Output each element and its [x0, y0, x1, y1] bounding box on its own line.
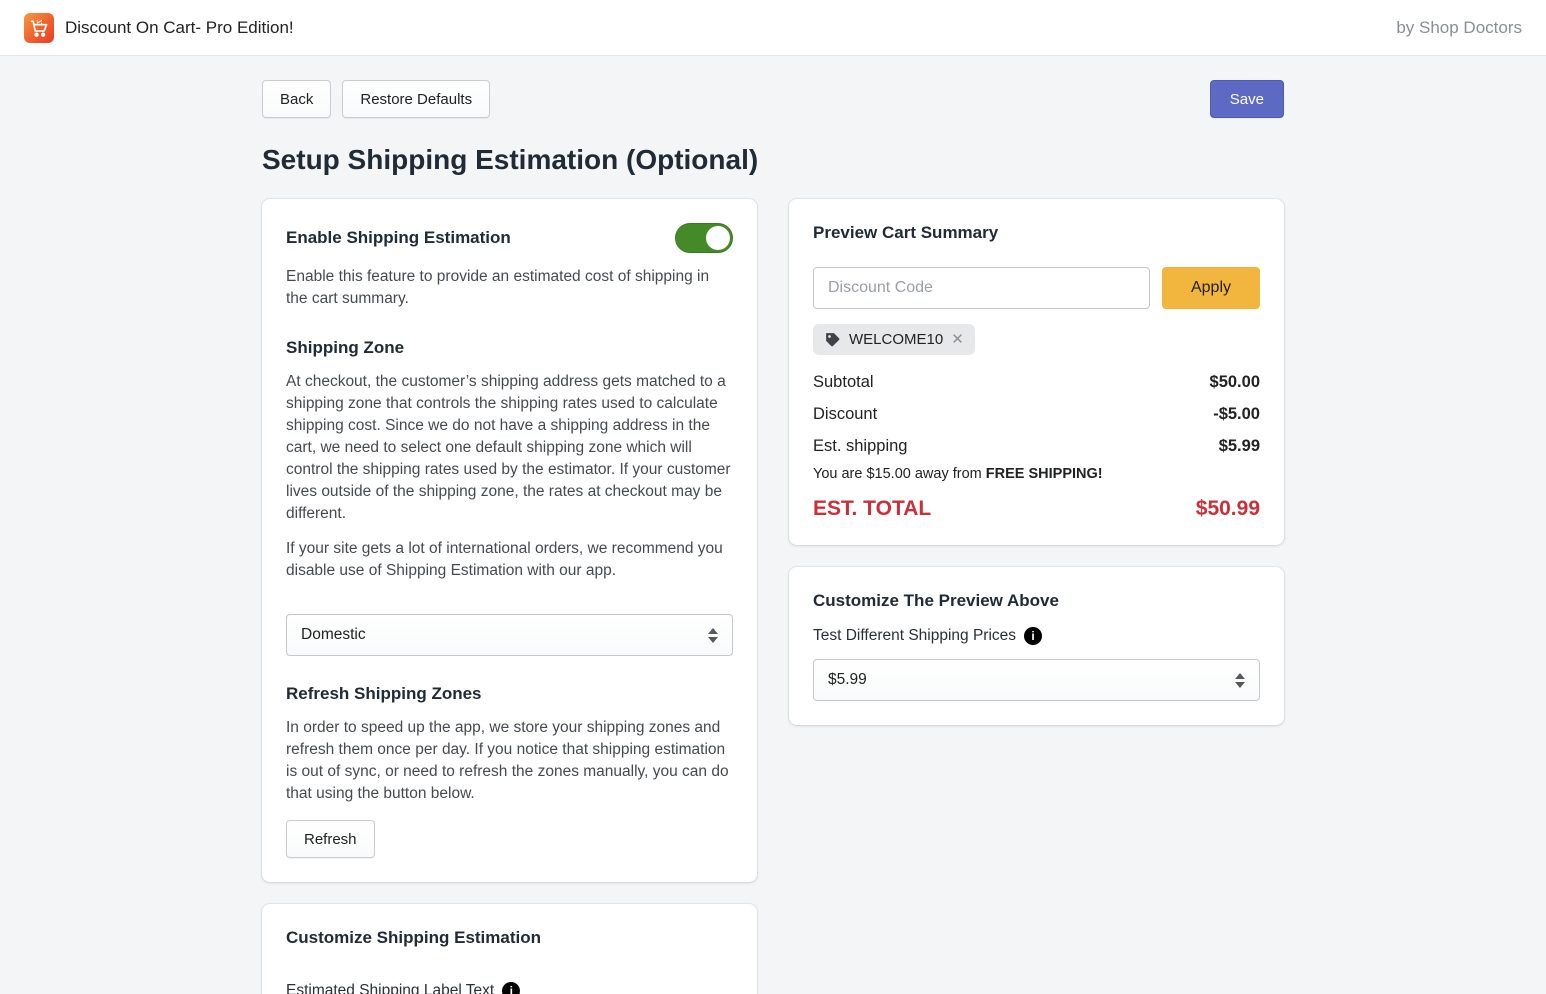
byline: by Shop Doctors [1396, 18, 1522, 38]
save-button[interactable]: Save [1210, 80, 1284, 118]
summary-row-est-shipping: Est. shipping $5.99 [813, 437, 1260, 456]
refresh-button[interactable]: Refresh [286, 820, 375, 858]
applied-discount-chip: WELCOME10 ✕ [813, 324, 975, 355]
est-total-row: EST. TOTAL $50.99 [813, 497, 1260, 521]
refresh-zones-description: In order to speed up the app, we store y… [286, 717, 733, 805]
free-shipping-message: You are $15.00 away from FREE SHIPPING! [813, 466, 1260, 482]
est-shipping-label: Est. shipping [813, 437, 907, 456]
select-arrows-icon [708, 628, 718, 643]
restore-defaults-button[interactable]: Restore Defaults [342, 80, 490, 118]
close-icon[interactable]: ✕ [951, 332, 964, 347]
customize-shipping-title: Customize Shipping Estimation [286, 928, 733, 948]
preview-cart-title: Preview Cart Summary [813, 223, 1260, 243]
topbar: Discount On Cart- Pro Edition! by Shop D… [0, 0, 1546, 56]
summary-row-subtotal: Subtotal $50.00 [813, 373, 1260, 392]
enable-shipping-title: Enable Shipping Estimation [286, 228, 511, 248]
refresh-zones-title: Refresh Shipping Zones [286, 684, 733, 704]
subtotal-label: Subtotal [813, 373, 874, 392]
shipping-price-select[interactable]: $5.99 [813, 659, 1260, 701]
shipping-price-selected-value: $5.99 [828, 671, 867, 689]
info-icon[interactable]: i [502, 982, 520, 994]
subtotal-value: $50.00 [1210, 373, 1260, 392]
free-shipping-highlight: FREE SHIPPING! [986, 466, 1103, 482]
shipping-zone-selected-value: Domestic [301, 626, 366, 644]
app-title: Discount On Cart- Pro Edition! [65, 18, 294, 38]
content-area: Back Restore Defaults Save Setup Shippin… [0, 56, 1546, 994]
page-title: Setup Shipping Estimation (Optional) [262, 144, 1284, 176]
discount-code-input[interactable] [813, 267, 1150, 309]
back-button[interactable]: Back [262, 80, 331, 118]
toggle-knob [706, 226, 730, 250]
left-column: Enable Shipping Estimation Enable this f… [262, 199, 757, 994]
estimated-shipping-label-text: Estimated Shipping Label Text [286, 982, 494, 994]
cart-summary: Subtotal $50.00 Discount -$5.00 Est. shi… [813, 373, 1260, 521]
shipping-zone-paragraph-1: At checkout, the customer’s shipping add… [286, 371, 733, 525]
preview-cart-card: Preview Cart Summary Apply WELCOME10 ✕ [789, 199, 1284, 545]
enable-shipping-toggle[interactable] [675, 223, 733, 253]
customize-preview-title: Customize The Preview Above [813, 591, 1260, 611]
customize-preview-card: Customize The Preview Above Test Differe… [789, 567, 1284, 725]
customize-shipping-card: Customize Shipping Estimation Estimated … [262, 904, 757, 994]
discount-value: -$5.00 [1213, 405, 1260, 424]
tag-icon [824, 331, 841, 348]
app-logo-cart-icon [24, 13, 54, 43]
enable-shipping-description: Enable this feature to provide an estima… [286, 266, 733, 310]
select-arrows-icon [1235, 673, 1245, 688]
toolbar: Back Restore Defaults Save [262, 80, 1284, 118]
applied-discount-code: WELCOME10 [849, 331, 943, 348]
est-total-value: $50.99 [1196, 497, 1260, 521]
apply-button[interactable]: Apply [1162, 267, 1260, 309]
shipping-zone-title: Shipping Zone [286, 338, 733, 358]
shipping-zone-select[interactable]: Domestic [286, 614, 733, 656]
enable-shipping-card: Enable Shipping Estimation Enable this f… [262, 199, 757, 882]
shipping-zone-paragraph-2: If your site gets a lot of international… [286, 538, 733, 582]
est-shipping-value: $5.99 [1219, 437, 1260, 456]
free-shipping-prefix: You are $15.00 away from [813, 466, 986, 482]
right-column: Preview Cart Summary Apply WELCOME10 ✕ [789, 199, 1284, 725]
discount-label: Discount [813, 405, 877, 424]
test-shipping-prices-label: Test Different Shipping Prices [813, 627, 1016, 645]
info-icon[interactable]: i [1024, 627, 1042, 645]
summary-row-discount: Discount -$5.00 [813, 405, 1260, 424]
est-total-label: EST. TOTAL [813, 497, 931, 521]
